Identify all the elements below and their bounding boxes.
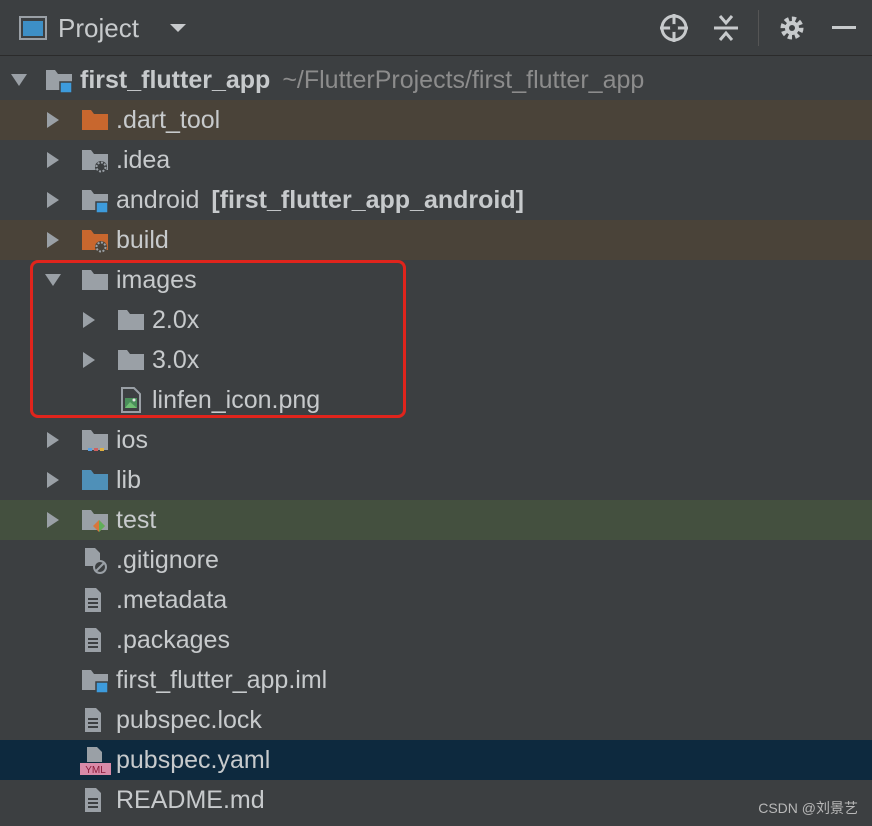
tree-row-root[interactable]: first_flutter_app ~/FlutterProjects/first… xyxy=(0,60,872,100)
module-folder-icon xyxy=(80,186,110,214)
tree-row-3x[interactable]: 3.0x xyxy=(0,340,872,380)
tree-item-label: build xyxy=(116,225,169,254)
image-file-icon xyxy=(118,386,148,414)
toolbar-separator xyxy=(758,10,759,46)
tree-row-metadata[interactable]: .metadata xyxy=(0,580,872,620)
android-name: android xyxy=(116,185,200,214)
watermark: CSDN @刘景艺 xyxy=(758,800,858,816)
chevron-right-icon[interactable] xyxy=(44,511,62,529)
tree-item-label: 2.0x xyxy=(152,305,200,334)
excluded-folder-icon xyxy=(80,226,110,254)
text-file-icon xyxy=(80,786,110,814)
tree-item-label: android [first_flutter_app_android] xyxy=(116,186,524,215)
tree-row-readme[interactable]: README.md xyxy=(0,780,872,820)
folder-icon xyxy=(116,346,146,374)
tree-row-build[interactable]: build xyxy=(0,220,872,260)
idea-folder-icon xyxy=(80,146,110,174)
chevron-right-icon[interactable] xyxy=(44,431,62,449)
excluded-folder-icon xyxy=(80,106,110,134)
tree-row-pubspec-yaml[interactable]: YML pubspec.yaml xyxy=(0,740,872,780)
ignore-file-icon xyxy=(80,546,110,574)
tree-item-label: first_flutter_app.iml xyxy=(116,665,328,694)
chevron-right-icon[interactable] xyxy=(44,191,62,209)
project-tree: first_flutter_app ~/FlutterProjects/first… xyxy=(0,58,872,826)
tree-row-android[interactable]: android [first_flutter_app_android] xyxy=(0,180,872,220)
tree-item-label: 3.0x xyxy=(152,345,200,374)
project-toolbar: Project xyxy=(0,0,872,56)
tree-item-label: .dart_tool xyxy=(116,105,221,134)
tree-row-pubspec-lock[interactable]: pubspec.lock xyxy=(0,700,872,740)
tree-row-packages[interactable]: .packages xyxy=(0,620,872,660)
minimize-icon[interactable] xyxy=(826,0,862,56)
root-name: first_flutter_app xyxy=(80,65,271,94)
tree-row-images[interactable]: images xyxy=(0,260,872,300)
tree-item-label: test xyxy=(116,505,157,534)
gear-icon[interactable] xyxy=(774,0,810,56)
chevron-right-icon[interactable] xyxy=(44,151,62,169)
tree-row-test[interactable]: test xyxy=(0,500,872,540)
chevron-down-icon[interactable] xyxy=(44,271,62,289)
yaml-file-icon: YML xyxy=(80,746,111,776)
tree-row-lib[interactable]: lib xyxy=(0,460,872,500)
tree-row-2x[interactable]: 2.0x xyxy=(0,300,872,340)
tree-item-label: .packages xyxy=(116,625,230,654)
folder-icon xyxy=(80,266,110,294)
chevron-right-icon[interactable] xyxy=(44,471,62,489)
folder-icon xyxy=(116,306,146,334)
tree-item-label: first_flutter_app ~/FlutterProjects/first… xyxy=(80,66,644,95)
tree-row-gitignore[interactable]: .gitignore xyxy=(0,540,872,580)
module-file-icon xyxy=(80,666,110,694)
tree-row-idea[interactable]: .idea xyxy=(0,140,872,180)
yml-badge-text: YML xyxy=(85,765,106,776)
source-folder-icon xyxy=(80,466,110,494)
tree-item-label: .gitignore xyxy=(116,545,219,574)
locate-target-icon[interactable] xyxy=(656,0,692,56)
chevron-right-icon[interactable] xyxy=(80,351,98,369)
ios-folder-icon xyxy=(80,426,110,454)
tree-row-iml[interactable]: first_flutter_app.iml xyxy=(0,660,872,700)
text-file-icon xyxy=(80,586,110,614)
tree-item-label: linfen_icon.png xyxy=(152,385,321,414)
test-folder-icon xyxy=(80,506,110,534)
tree-item-label: lib xyxy=(116,465,142,494)
tree-item-label: README.md xyxy=(116,785,265,814)
module-tag: [first_flutter_app_android] xyxy=(211,185,524,214)
tree-item-label: .metadata xyxy=(116,585,228,614)
text-file-icon xyxy=(80,706,110,734)
tree-item-label: pubspec.lock xyxy=(116,705,262,734)
text-file-icon xyxy=(80,626,110,654)
collapse-all-icon[interactable] xyxy=(708,0,744,56)
tree-row-ios[interactable]: ios xyxy=(0,420,872,460)
project-view-title[interactable]: Project xyxy=(58,0,139,56)
tree-row-dart-tool[interactable]: .dart_tool xyxy=(0,100,872,140)
tree-item-label: ios xyxy=(116,425,148,454)
project-window-icon[interactable] xyxy=(18,0,48,56)
chevron-right-icon[interactable] xyxy=(44,111,62,129)
tree-item-label: pubspec.yaml xyxy=(116,745,271,774)
chevron-down-icon[interactable] xyxy=(10,71,28,89)
module-folder-icon xyxy=(44,66,74,94)
chevron-down-icon[interactable] xyxy=(166,0,190,56)
root-path: ~/FlutterProjects/first_flutter_app xyxy=(282,65,645,94)
tree-row-linfen-icon[interactable]: linfen_icon.png xyxy=(0,380,872,420)
chevron-right-icon[interactable] xyxy=(80,311,98,329)
chevron-right-icon[interactable] xyxy=(44,231,62,249)
tree-item-label: images xyxy=(116,265,197,294)
tree-item-label: .idea xyxy=(116,145,171,174)
